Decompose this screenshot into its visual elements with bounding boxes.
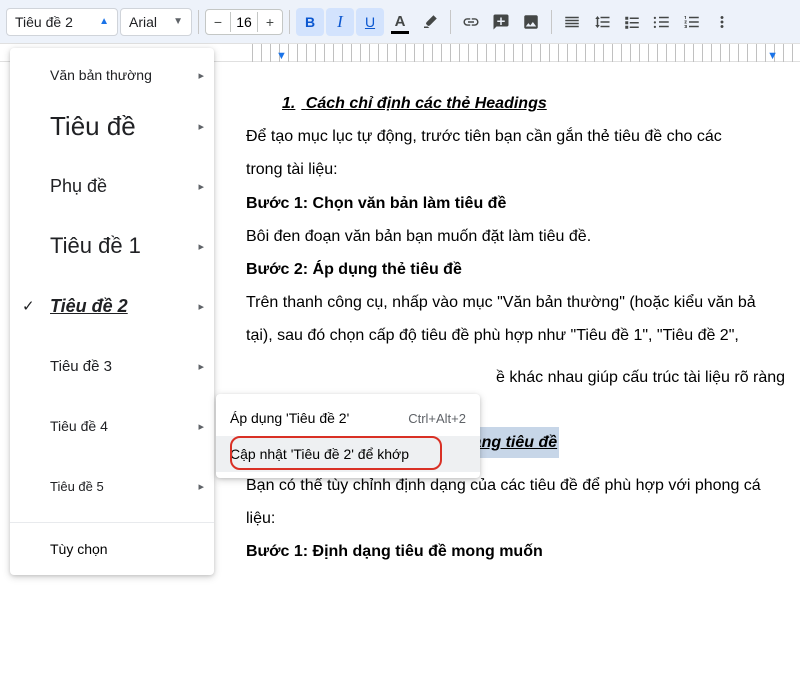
submenu-arrow-icon: ▸ <box>198 420 204 433</box>
indent-marker-right-icon[interactable]: ▼ <box>767 50 778 62</box>
paragraph: tại), sau đó chọn cấp độ tiêu đề phù hợp… <box>246 320 800 351</box>
link-icon <box>462 13 480 31</box>
insert-image-button[interactable] <box>517 8 545 36</box>
step-heading: Bước 2: Áp dụng thẻ tiêu đề <box>246 254 800 285</box>
separator <box>289 10 290 34</box>
keyboard-shortcut: Ctrl+Alt+2 <box>408 411 466 426</box>
font-size-control: − 16 + <box>205 9 283 35</box>
checklist-icon <box>623 13 641 31</box>
step-heading: Bước 1: Định dạng tiêu đề mong muốn <box>246 536 800 567</box>
add-comment-button[interactable] <box>487 8 515 36</box>
text-color-button[interactable]: A <box>386 8 414 36</box>
style-label: Tiêu đề 1 <box>50 233 141 259</box>
italic-button[interactable]: I <box>326 8 354 36</box>
checkmark-icon: ✓ <box>22 297 35 315</box>
paragraph-style-dropdown[interactable]: Tiêu đề 2 ▲ <box>6 8 118 36</box>
style-label: Tiêu đề <box>50 111 136 142</box>
bold-button[interactable]: B <box>296 8 324 36</box>
line-spacing-button[interactable] <box>588 8 616 36</box>
align-justify-icon <box>563 13 581 31</box>
separator <box>198 10 199 34</box>
document-content[interactable]: 1. Cách chỉ định các thẻ Headings Để tạo… <box>244 88 800 567</box>
font-family-dropdown[interactable]: Arial ▼ <box>120 8 192 36</box>
highlight-color-button[interactable] <box>416 8 444 36</box>
style-item-heading-3[interactable]: Tiêu đề 3 ▸ <box>10 336 214 396</box>
style-item-subtitle[interactable]: Phụ đề ▸ <box>10 156 214 216</box>
style-item-title[interactable]: Tiêu đề ▸ <box>10 96 214 156</box>
font-size-value[interactable]: 16 <box>230 12 258 32</box>
style-item-normal-text[interactable]: Văn bản thường ▸ <box>10 54 214 96</box>
style-item-heading-5[interactable]: Tiêu đề 5 ▸ <box>10 456 214 516</box>
comment-icon <box>492 13 510 31</box>
style-label: Văn bản thường <box>50 67 152 83</box>
submenu-arrow-icon: ▸ <box>198 480 204 493</box>
submenu-arrow-icon: ▸ <box>198 240 204 253</box>
submenu-label: Cập nhật 'Tiêu đề 2' để khớp <box>230 446 409 462</box>
caret-up-icon: ▲ <box>99 16 109 27</box>
more-vert-icon <box>713 13 731 31</box>
heading-number: 1. <box>282 95 295 112</box>
toolbar: Tiêu đề 2 ▲ Arial ▼ − 16 + B I U A <box>0 0 800 44</box>
separator <box>551 10 552 34</box>
caret-down-icon: ▼ <box>173 16 183 27</box>
submenu-arrow-icon: ▸ <box>198 180 204 193</box>
paragraph: Bôi đen đoạn văn bản bạn muốn đặt làm ti… <box>246 221 800 252</box>
bulleted-list-button[interactable] <box>648 8 676 36</box>
underline-button[interactable]: U <box>356 8 384 36</box>
style-label: Tiêu đề 3 <box>50 358 112 375</box>
decrease-font-button[interactable]: − <box>206 10 230 34</box>
menu-separator <box>10 522 214 523</box>
align-button[interactable] <box>558 8 586 36</box>
font-dropdown-label: Arial <box>129 14 157 30</box>
submenu-apply-heading-2[interactable]: Áp dụng 'Tiêu đề 2' Ctrl+Alt+2 <box>216 400 480 436</box>
style-item-heading-1[interactable]: Tiêu đề 1 ▸ <box>10 216 214 276</box>
heading-text: Cách chỉ định các thẻ Headings <box>306 95 547 112</box>
submenu-arrow-icon: ▸ <box>198 69 204 82</box>
more-button[interactable] <box>708 8 736 36</box>
step-heading: Bước 1: Chọn văn bản làm tiêu đề <box>246 188 800 219</box>
document-area: 1. Cách chỉ định các thẻ Headings Để tạo… <box>244 62 800 676</box>
style-item-heading-4[interactable]: Tiêu đề 4 ▸ <box>10 396 214 456</box>
insert-link-button[interactable] <box>457 8 485 36</box>
checklist-button[interactable] <box>618 8 646 36</box>
ruler-ticks <box>244 44 800 62</box>
style-label: Tiêu đề 2 <box>50 296 128 317</box>
heading-2-submenu: Áp dụng 'Tiêu đề 2' Ctrl+Alt+2 Cập nhật … <box>216 394 480 478</box>
submenu-arrow-icon: ▸ <box>198 360 204 373</box>
paragraph: Để tạo mục lục tự động, trước tiên bạn c… <box>246 121 800 152</box>
bullet-list-icon <box>653 13 671 31</box>
numbered-list-icon <box>683 13 701 31</box>
style-item-heading-2[interactable]: ✓ Tiêu đề 2 ▸ <box>10 276 214 336</box>
paragraph: ề khác nhau giúp cấu trúc tài liệu rõ rà… <box>246 362 800 393</box>
image-icon <box>522 13 540 31</box>
style-label: Phụ đề <box>50 176 107 197</box>
line-spacing-icon <box>593 13 611 31</box>
submenu-arrow-icon: ▸ <box>198 300 204 313</box>
highlighter-icon <box>421 13 439 31</box>
style-label: Tiêu đề 4 <box>50 418 108 434</box>
separator <box>450 10 451 34</box>
submenu-arrow-icon: ▸ <box>198 120 204 133</box>
paragraph: liệu: <box>246 503 800 534</box>
paragraph: Trên thanh công cụ, nhấp vào mục "Văn bả… <box>246 287 800 318</box>
paragraph: trong tài liệu: <box>246 154 800 185</box>
increase-font-button[interactable]: + <box>258 10 282 34</box>
submenu-label: Áp dụng 'Tiêu đề 2' <box>230 410 349 426</box>
style-item-options[interactable]: Tùy chọn <box>10 529 214 569</box>
heading-2: 1. Cách chỉ định các thẻ Headings <box>246 88 800 119</box>
style-dropdown-label: Tiêu đề 2 <box>15 14 73 30</box>
submenu-update-heading-2[interactable]: Cập nhật 'Tiêu đề 2' để khớp <box>216 436 480 472</box>
numbered-list-button[interactable] <box>678 8 706 36</box>
paragraph-styles-menu: Văn bản thường ▸ Tiêu đề ▸ Phụ đề ▸ Tiêu… <box>10 48 214 575</box>
indent-marker-left-icon[interactable]: ▼ <box>276 50 287 62</box>
style-label: Tiêu đề 5 <box>50 479 104 494</box>
